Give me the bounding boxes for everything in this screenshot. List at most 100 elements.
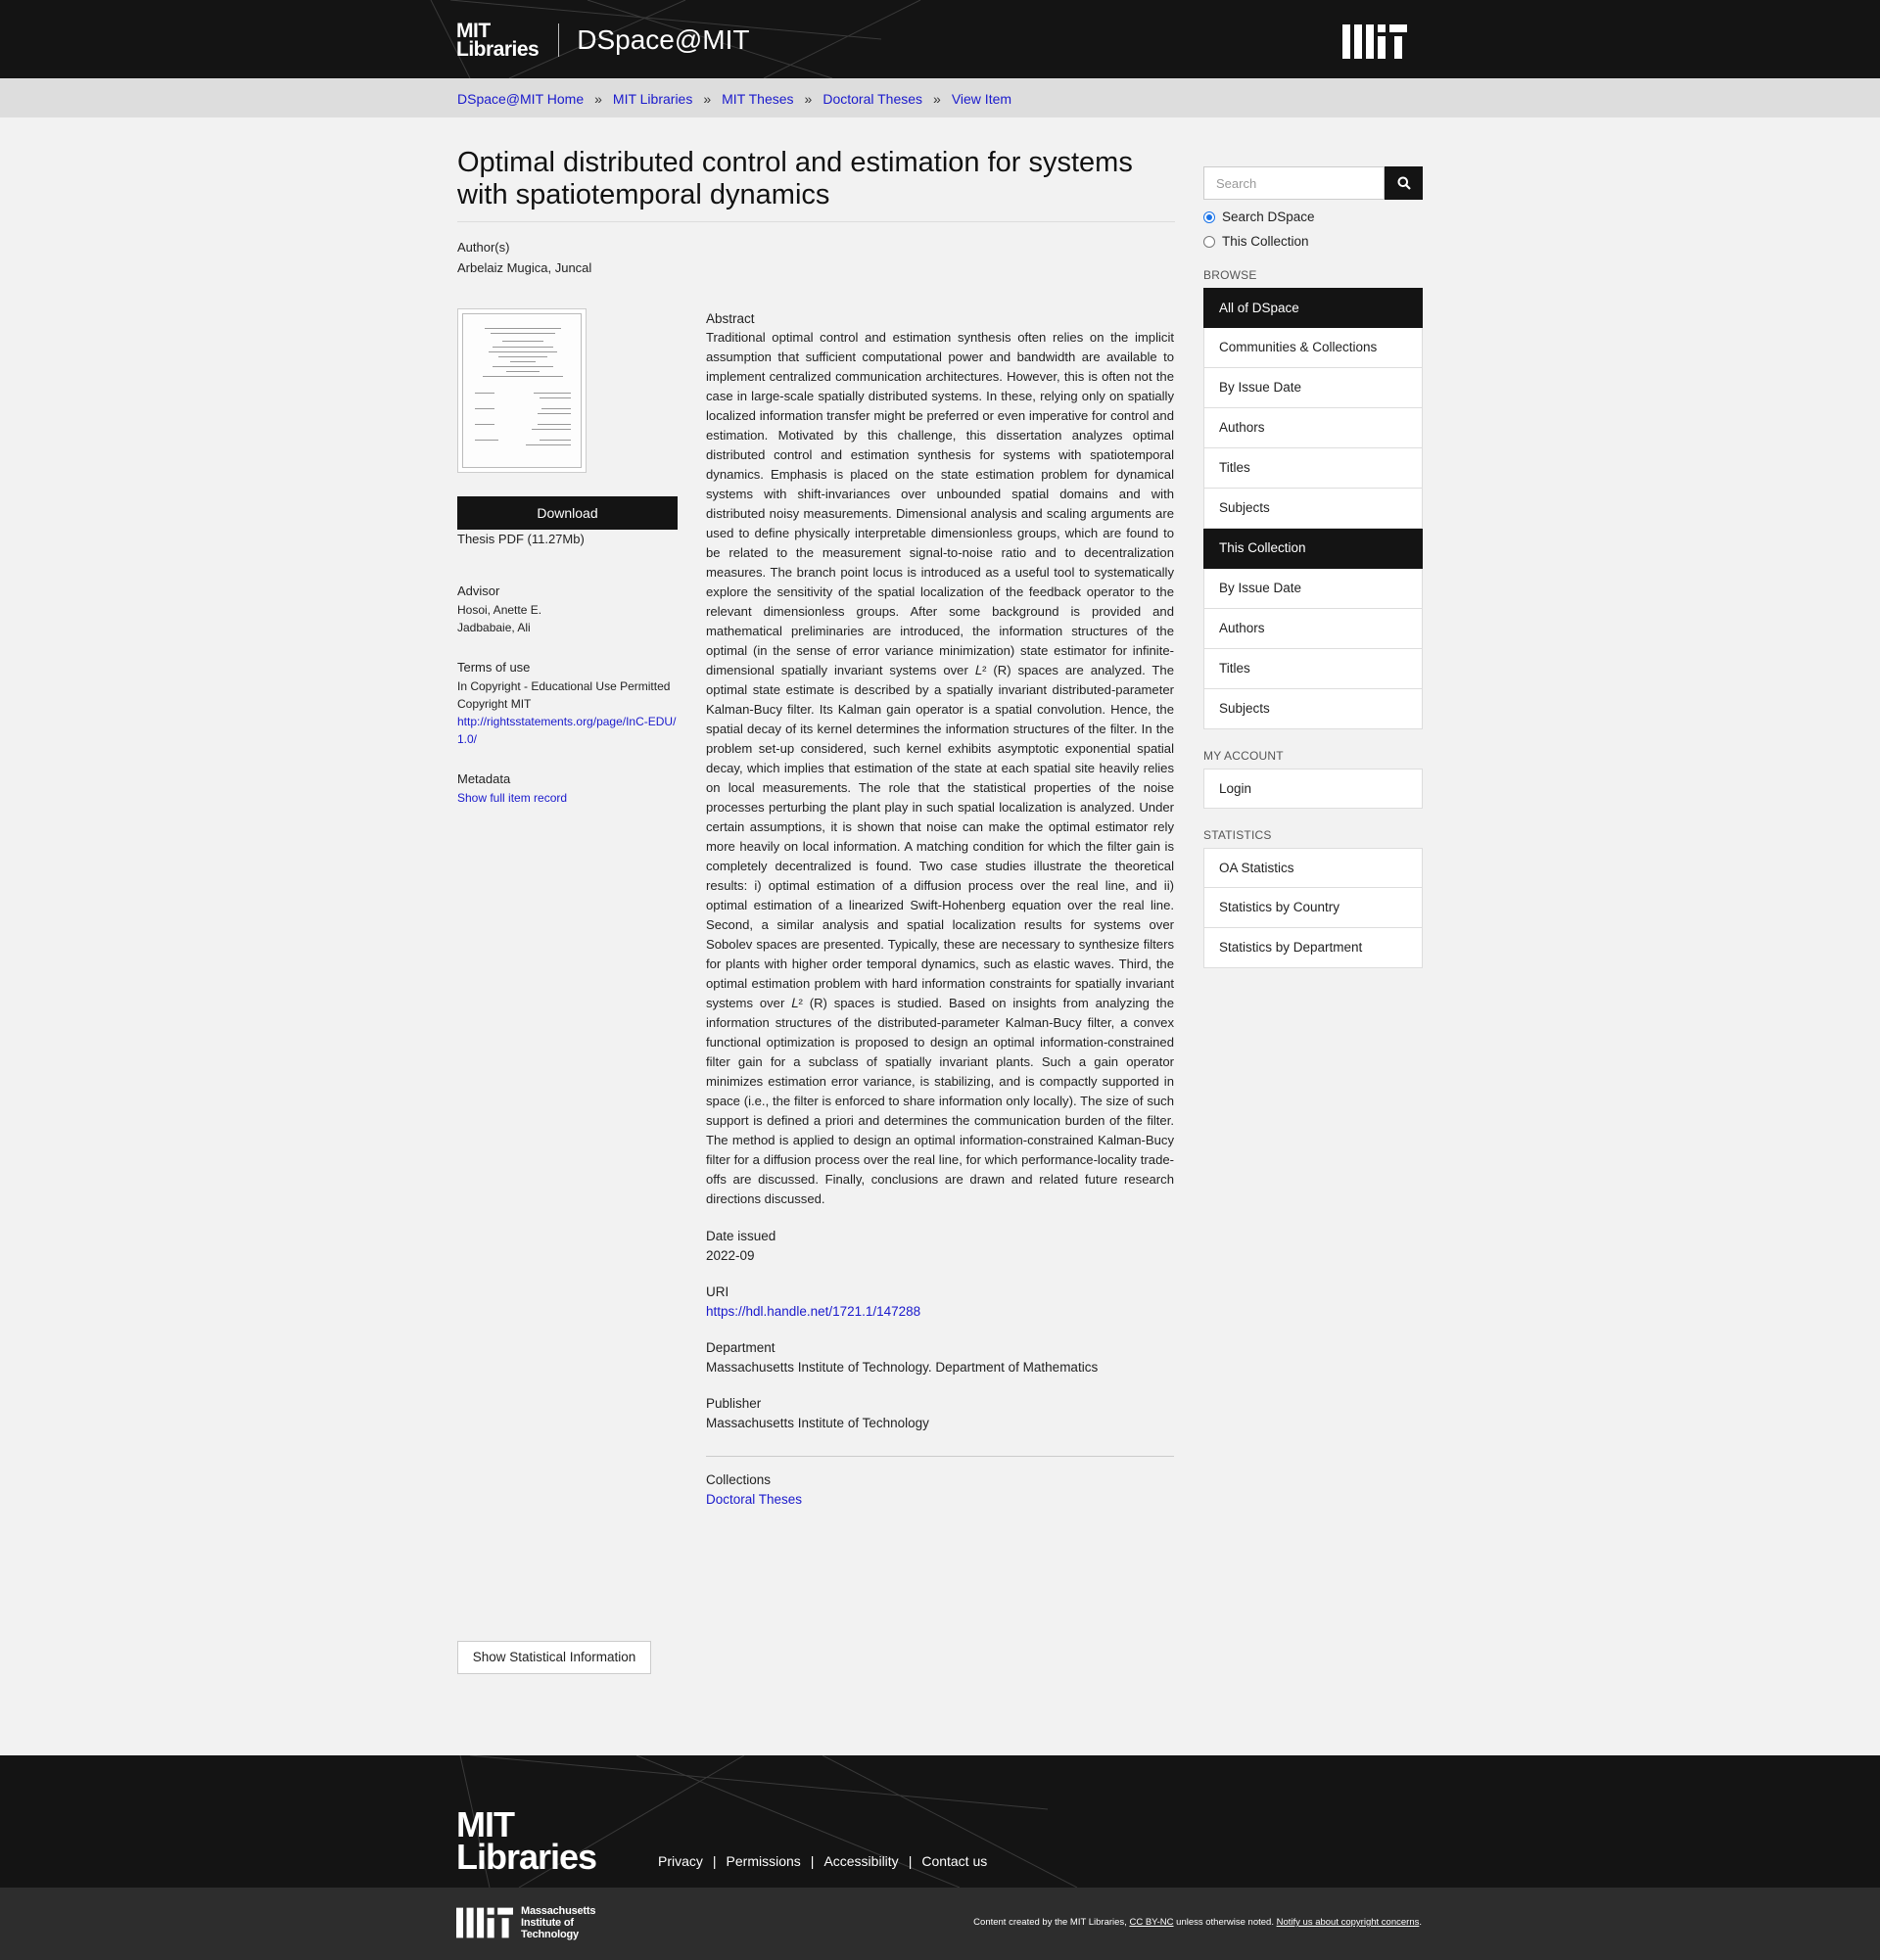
site-footer: MIT Libraries Privacy | Permissions | Ac…: [0, 1755, 1880, 1888]
footer-contact-link[interactable]: Contact us: [921, 1853, 987, 1869]
statistics-by-department-link[interactable]: Statistics by Department: [1203, 928, 1423, 968]
browse-titles[interactable]: Titles: [1203, 448, 1423, 489]
radio-label: This Collection: [1222, 234, 1309, 249]
mit-logo-icon: [456, 1907, 513, 1938]
site-logo[interactable]: MIT Libraries DSpace@MIT: [456, 20, 750, 61]
collection-titles[interactable]: Titles: [1203, 649, 1423, 689]
search-form: [1203, 166, 1423, 200]
browse-subjects[interactable]: Subjects: [1203, 489, 1423, 529]
uri-label: URI: [706, 1284, 729, 1299]
breadcrumb-separator: »: [933, 91, 941, 107]
advisor-name: Jadbabaie, Ali: [457, 621, 531, 634]
advisor-label: Advisor: [457, 583, 500, 598]
my-account-heading: MY ACCOUNT: [1203, 749, 1284, 763]
abstract-label: Abstract: [706, 311, 755, 326]
mit-libraries-logo: MIT Libraries: [456, 20, 540, 61]
logo-divider: [558, 23, 560, 57]
breadcrumb-mit-theses[interactable]: MIT Theses: [722, 91, 793, 107]
institute-name: Massachusetts Institute of Technology: [521, 1905, 596, 1940]
radio-label: Search DSpace: [1222, 210, 1315, 224]
file-info: Thesis PDF (11.27Mb): [457, 532, 585, 546]
metadata-section: Metadata Show full item record: [457, 771, 678, 807]
search-input[interactable]: [1203, 166, 1385, 200]
footer-link-separator: |: [810, 1853, 815, 1869]
site-header: MIT Libraries DSpace@MIT: [0, 0, 1880, 78]
uri-section: URI https://hdl.handle.net/1721.1/147288: [706, 1284, 1174, 1321]
radio-selected-icon[interactable]: [1203, 210, 1215, 223]
breadcrumb-separator: »: [594, 91, 602, 107]
browse-by-issue-date[interactable]: By Issue Date: [1203, 368, 1423, 408]
copyright-concerns-link[interactable]: Notify us about copyright concerns: [1277, 1917, 1420, 1928]
sub-footer: Massachusetts Institute of Technology Co…: [0, 1888, 1880, 1960]
statistics-heading: STATISTICS: [1203, 828, 1272, 842]
item-right-column: Abstract Traditional optimal control and…: [706, 311, 1174, 1509]
site-name: DSpace@MIT: [577, 24, 750, 55]
publisher-section: Publisher Massachusetts Institute of Tec…: [706, 1396, 1174, 1432]
thesis-thumbnail[interactable]: [457, 308, 587, 473]
login-link[interactable]: Login: [1203, 769, 1423, 809]
date-issued-section: Date issued 2022-09: [706, 1229, 1174, 1265]
browse-this-collection: This Collection: [1203, 529, 1423, 569]
authors-value: Arbelaiz Mugica, Juncal: [457, 260, 592, 275]
mit-logo-icon[interactable]: [1342, 24, 1407, 59]
handle-uri-link[interactable]: https://hdl.handle.net/1721.1/147288: [706, 1304, 920, 1319]
search-icon: [1397, 176, 1411, 190]
footer-link-separator: |: [908, 1853, 913, 1869]
download-button[interactable]: Download: [457, 496, 678, 530]
terms-section: Terms of use In Copyright - Educational …: [457, 660, 678, 748]
footer-permissions-link[interactable]: Permissions: [727, 1853, 801, 1869]
collection-by-issue-date[interactable]: By Issue Date: [1203, 569, 1423, 609]
department-value: Massachusetts Institute of Technology. D…: [706, 1360, 1099, 1375]
collections-section: Collections Doctoral Theses: [706, 1456, 1174, 1509]
show-full-record-link[interactable]: Show full item record: [457, 791, 567, 805]
metadata-label: Metadata: [457, 771, 511, 786]
browse-authors[interactable]: Authors: [1203, 408, 1423, 448]
footer-links: Privacy | Permissions | Accessibility | …: [658, 1853, 987, 1869]
footer-mit-libraries-logo[interactable]: MIT Libraries: [456, 1807, 597, 1875]
show-statistics-button[interactable]: Show Statistical Information: [457, 1641, 651, 1674]
advisor-name: Hosoi, Anette E.: [457, 603, 542, 617]
thumbnail-page-image: [462, 313, 582, 468]
breadcrumb-home[interactable]: DSpace@MIT Home: [457, 91, 584, 107]
radio-unselected-icon[interactable]: [1203, 235, 1215, 248]
browse-all-of-dspace: All of DSpace: [1203, 288, 1423, 328]
breadcrumb-view-item[interactable]: View Item: [952, 91, 1011, 107]
collection-subjects[interactable]: Subjects: [1203, 689, 1423, 729]
license-link[interactable]: CC BY-NC: [1129, 1917, 1173, 1928]
breadcrumb-doctoral-theses[interactable]: Doctoral Theses: [822, 91, 922, 107]
radio-this-collection[interactable]: This Collection: [1203, 234, 1423, 249]
authors-label: Author(s): [457, 240, 510, 255]
mit-institute-logo[interactable]: Massachusetts Institute of Technology: [456, 1905, 595, 1940]
advisor-section: Advisor Hosoi, Anette E. Jadbabaie, Ali: [457, 583, 678, 636]
publisher-label: Publisher: [706, 1396, 762, 1411]
browse-communities-collections[interactable]: Communities & Collections: [1203, 328, 1423, 368]
breadcrumb-separator: »: [703, 91, 712, 107]
statistics-by-country-link[interactable]: Statistics by Country: [1203, 888, 1423, 928]
terms-text: In Copyright - Educational Use Permitted…: [457, 679, 671, 711]
department-label: Department: [706, 1340, 776, 1355]
collection-authors[interactable]: Authors: [1203, 609, 1423, 649]
rights-statement-link[interactable]: http://rightsstatements.org/page/InC-EDU…: [457, 715, 676, 746]
page-title: Optimal distributed control and estimati…: [457, 147, 1175, 222]
breadcrumb: DSpace@MIT Home » MIT Libraries » MIT Th…: [457, 91, 1011, 107]
footer-privacy-link[interactable]: Privacy: [658, 1853, 703, 1869]
oa-statistics-link[interactable]: OA Statistics: [1203, 848, 1423, 888]
breadcrumb-mit-libraries[interactable]: MIT Libraries: [613, 91, 692, 107]
browse-heading: BROWSE: [1203, 268, 1257, 282]
header-decoration: [430, 0, 921, 78]
radio-search-dspace[interactable]: Search DSpace: [1203, 210, 1423, 224]
collections-label: Collections: [706, 1472, 772, 1487]
footer-accessibility-link[interactable]: Accessibility: [823, 1853, 898, 1869]
item-header: Optimal distributed control and estimati…: [457, 147, 1175, 222]
search-button[interactable]: [1385, 166, 1423, 200]
footer-link-separator: |: [712, 1853, 717, 1869]
terms-label: Terms of use: [457, 660, 531, 675]
collection-link[interactable]: Doctoral Theses: [706, 1492, 802, 1507]
authors-section: Author(s) Arbelaiz Mugica, Juncal: [457, 240, 591, 277]
department-section: Department Massachusetts Institute of Te…: [706, 1340, 1174, 1377]
breadcrumb-bar: DSpace@MIT Home » MIT Libraries » MIT Th…: [0, 78, 1880, 117]
copyright-notice: Content created by the MIT Libraries, CC…: [973, 1917, 1422, 1928]
date-issued-value: 2022-09: [706, 1248, 755, 1263]
date-issued-label: Date issued: [706, 1229, 776, 1243]
sidebar: Search DSpace This Collection BROWSE All…: [1203, 166, 1423, 968]
